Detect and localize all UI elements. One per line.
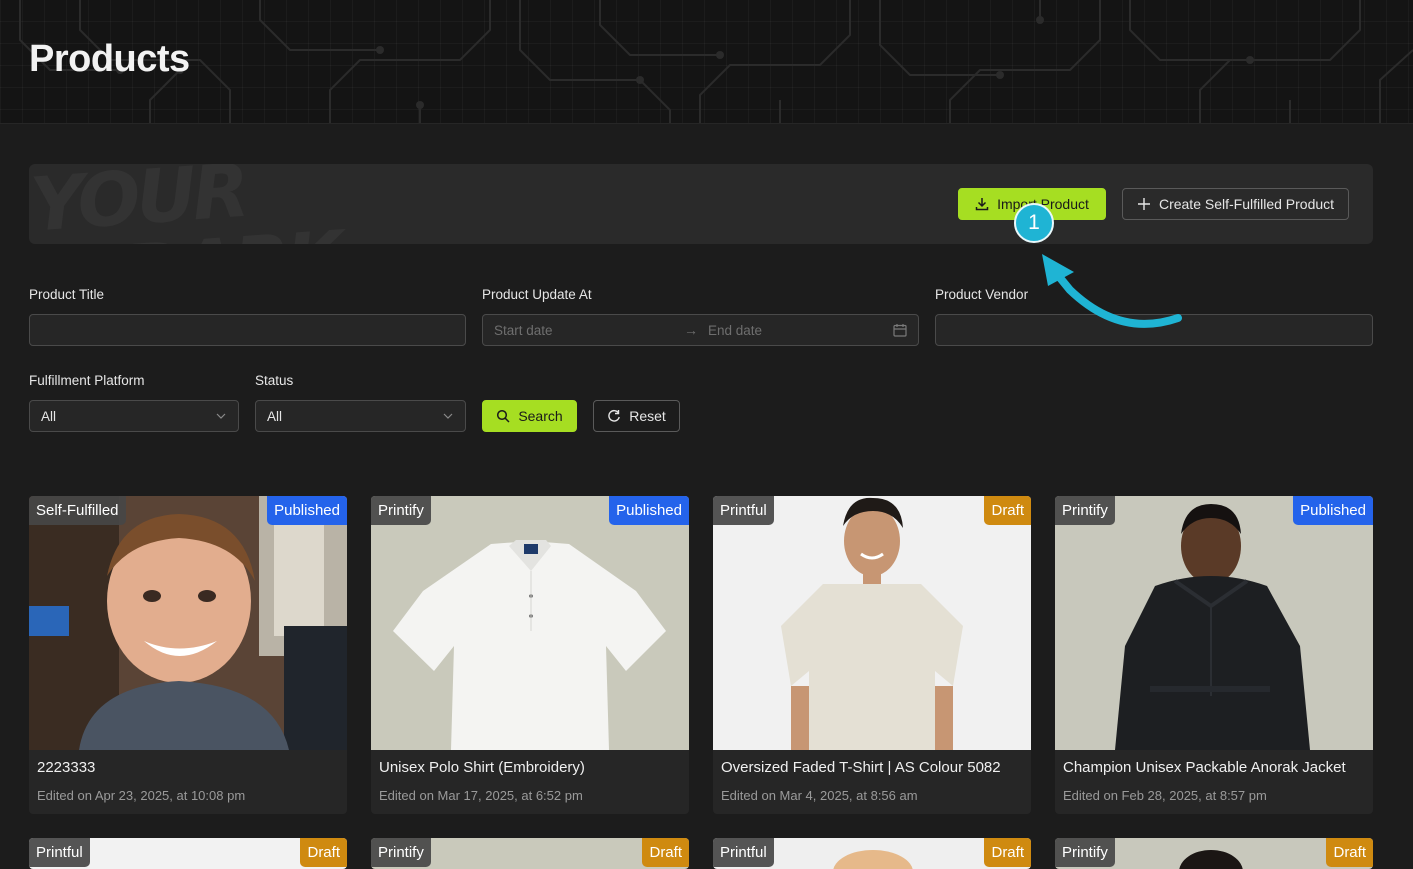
status-badge: Draft [984, 496, 1031, 525]
end-date-input[interactable]: End date [708, 323, 893, 338]
product-card[interactable]: Printful Draft Oversized Faded T-Shirt |… [713, 496, 1031, 814]
arrow-right-icon: → [684, 322, 698, 338]
status-badge: Published [267, 496, 347, 525]
step-marker: 1 [1014, 203, 1054, 243]
reset-button[interactable]: Reset [593, 400, 680, 432]
platform-badge: Printify [371, 496, 431, 525]
product-card[interactable]: Printify Published Unisex Polo Shirt (Em… [371, 496, 689, 814]
product-title-input[interactable] [29, 314, 466, 346]
product-edited-date: Edited on Apr 23, 2025, at 10:08 pm [37, 788, 246, 803]
start-date-input[interactable]: Start date [494, 323, 684, 338]
status-badge: Published [1293, 496, 1373, 525]
search-icon [497, 409, 510, 423]
status-value: All [267, 408, 283, 424]
status-badge: Published [609, 496, 689, 525]
product-vendor-label: Product Vendor [935, 287, 1029, 302]
search-button[interactable]: Search [482, 400, 577, 432]
calendar-icon[interactable] [893, 323, 907, 337]
product-edited-date: Edited on Mar 17, 2025, at 6:52 pm [379, 788, 583, 803]
product-title-label: Product Title [29, 287, 105, 302]
chevron-down-icon [216, 413, 226, 419]
product-card[interactable]: Printful Draft [713, 838, 1031, 869]
platform-badge: Printify [1055, 496, 1115, 525]
search-label: Search [518, 408, 563, 424]
status-badge: Draft [300, 838, 347, 867]
product-title[interactable]: Champion Unisex Packable Anorak Jacket [1063, 759, 1346, 776]
status-badge: Draft [984, 838, 1031, 867]
status-badge: Draft [1326, 838, 1373, 867]
fulfillment-platform-label: Fulfillment Platform [29, 373, 145, 388]
status-select[interactable]: All [255, 400, 466, 432]
date-range-picker[interactable]: Start date → End date [482, 314, 919, 346]
download-icon [975, 198, 989, 211]
page-header: Products [0, 0, 1413, 124]
platform-badge: Self-Fulfilled [29, 496, 126, 525]
annotation-arrow [1042, 254, 1182, 328]
plus-icon [1137, 198, 1150, 210]
platform-badge: Printful [713, 496, 774, 525]
product-card[interactable]: Printify Draft [371, 838, 689, 869]
platform-badge: Printful [29, 838, 90, 867]
fulfillment-platform-value: All [41, 408, 57, 424]
product-update-label: Product Update At [482, 287, 592, 302]
platform-badge: Printify [371, 838, 431, 867]
create-self-fulfilled-label: Create Self-Fulfilled Product [1158, 196, 1335, 212]
product-image-anorak [1055, 496, 1373, 750]
product-title[interactable]: 2223333 [37, 759, 95, 776]
product-card[interactable]: Printify Draft [1055, 838, 1373, 869]
product-image-tshirt [713, 496, 1031, 750]
reset-label: Reset [629, 408, 666, 424]
product-image-polo [371, 496, 689, 750]
product-card[interactable]: Self-Fulfilled Published 2223333 Edited … [29, 496, 347, 814]
fulfillment-platform-select[interactable]: All [29, 400, 239, 432]
create-self-fulfilled-button[interactable]: Create Self-Fulfilled Product [1122, 188, 1349, 220]
brand-watermark: YOUR DARK [29, 164, 342, 244]
platform-badge: Printify [1055, 838, 1115, 867]
platform-badge: Printful [713, 838, 774, 867]
product-card[interactable]: Printify Published Champion Unisex Packa… [1055, 496, 1373, 814]
product-image-boy [29, 496, 347, 750]
product-edited-date: Edited on Mar 4, 2025, at 8:56 am [721, 788, 918, 803]
status-label: Status [255, 373, 294, 388]
page-title: Products [29, 38, 190, 80]
actions-banner: YOUR DARK Import Product Create Self-Ful… [29, 164, 1373, 244]
product-title[interactable]: Unisex Polo Shirt (Embroidery) [379, 759, 585, 776]
product-title[interactable]: Oversized Faded T-Shirt | AS Colour 5082 [721, 759, 1001, 776]
product-card[interactable]: Printful Draft [29, 838, 347, 869]
status-badge: Draft [642, 838, 689, 867]
product-edited-date: Edited on Feb 28, 2025, at 8:57 pm [1063, 788, 1267, 803]
reload-icon [608, 409, 621, 422]
circuit-background [19, 0, 1413, 123]
chevron-down-icon [443, 413, 453, 419]
